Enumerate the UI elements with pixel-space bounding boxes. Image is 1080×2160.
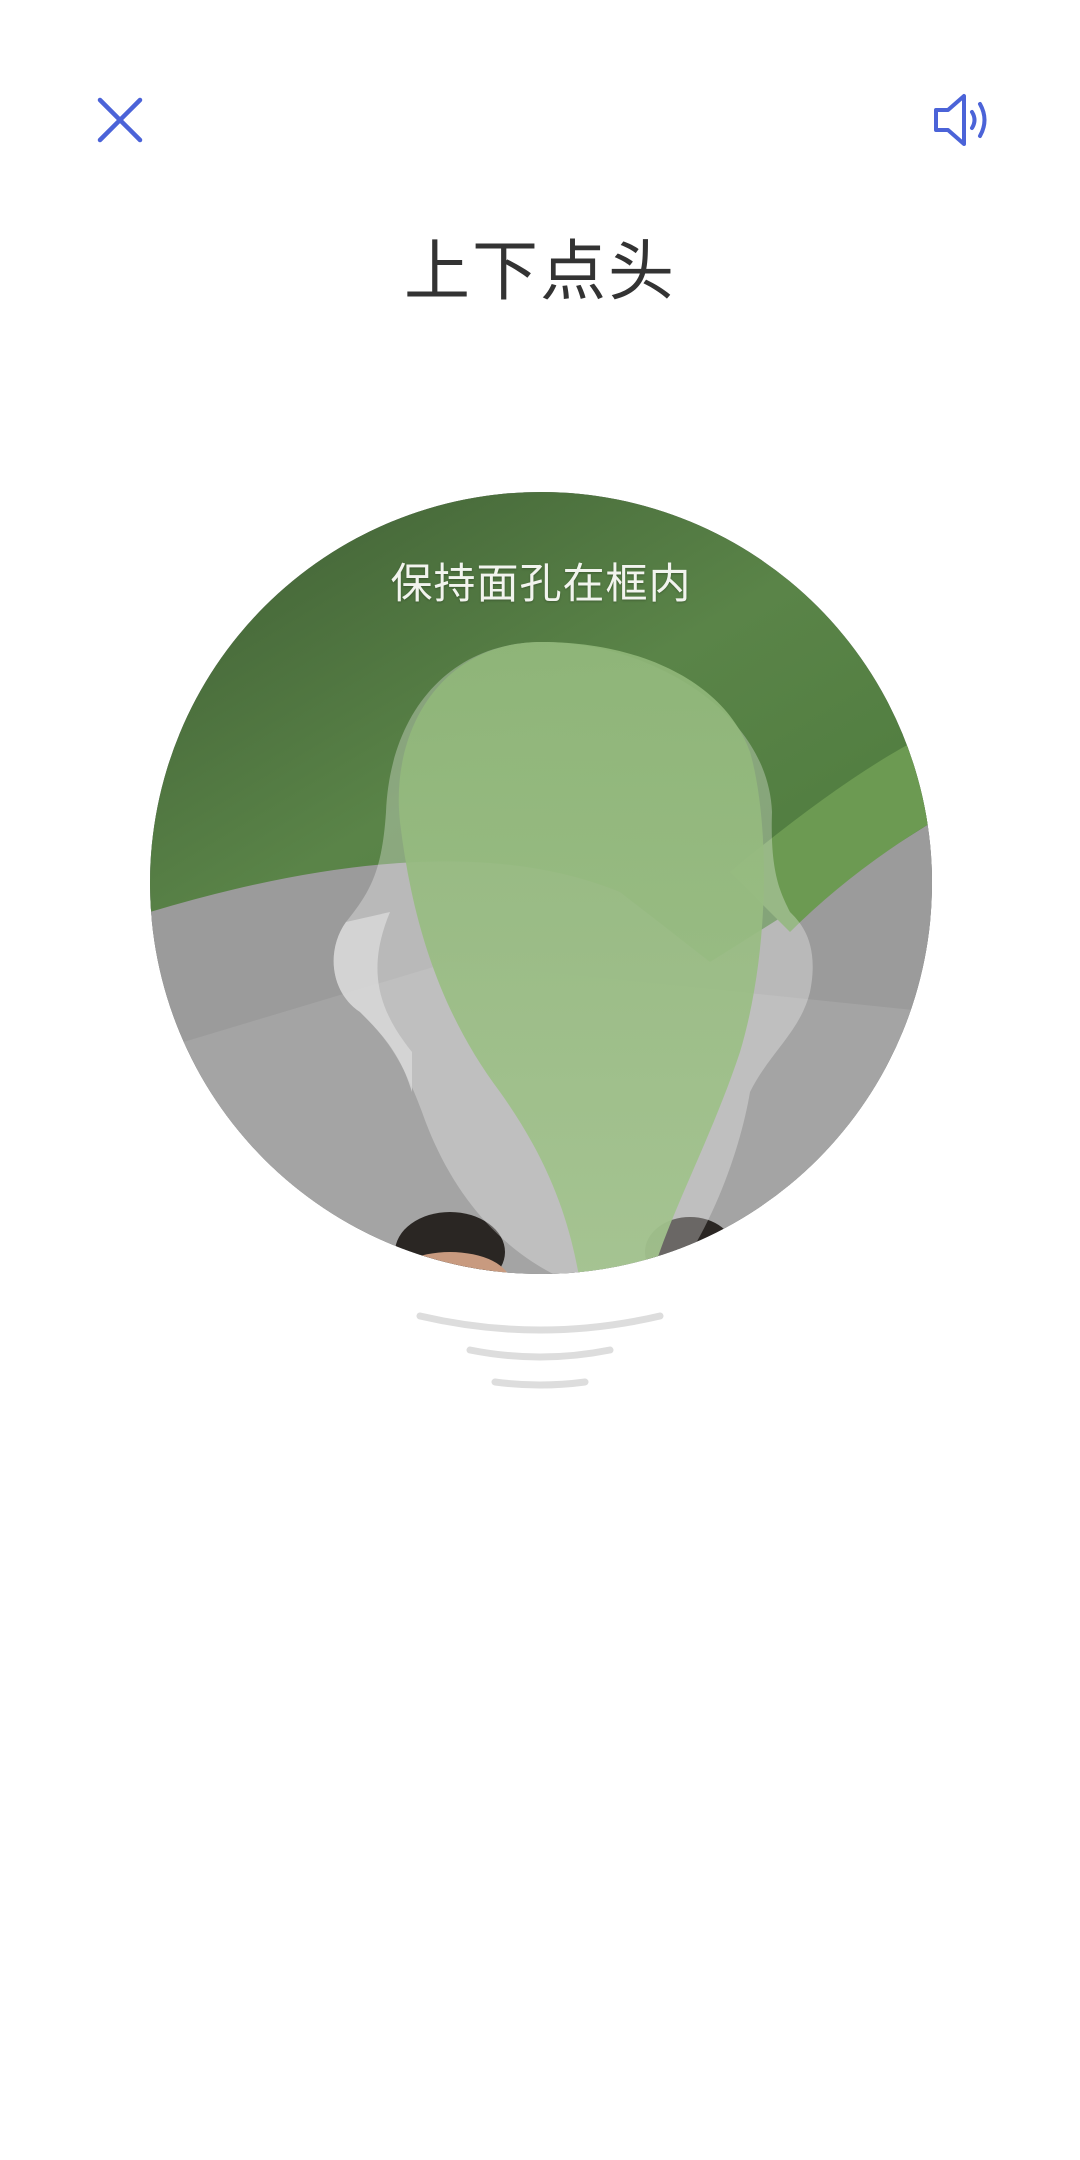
instruction-title: 上下点头	[404, 233, 676, 310]
speaker-icon	[934, 94, 987, 146]
sound-toggle-button[interactable]	[916, 78, 1008, 162]
close-button[interactable]	[78, 78, 162, 162]
camera-preview: 保持面孔在框内	[150, 492, 932, 1274]
nod-arcs-icon	[416, 1312, 664, 1389]
face-hint: 保持面孔在框内	[390, 559, 692, 608]
close-icon	[97, 97, 143, 143]
